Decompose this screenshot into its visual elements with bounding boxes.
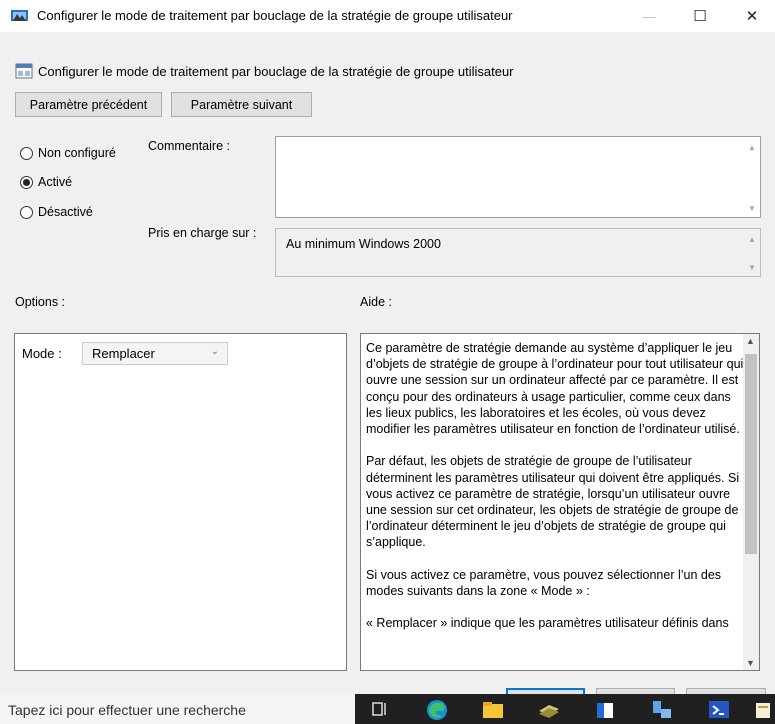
close-button[interactable]: ✕ [730,0,774,32]
help-text: Ce paramètre de stratégie demande au sys… [366,340,744,648]
close-icon: ✕ [745,8,759,25]
file-explorer-icon[interactable] [479,697,507,721]
policy-setting-icon [15,63,33,79]
radio-disabled[interactable]: Désactivé [20,205,93,219]
radio-label-disabled: Désactivé [38,205,93,219]
taskbar: Tapez ici pour effectuer une recherche [0,694,775,724]
radio-circle-disabled[interactable] [20,205,33,219]
minimize-button[interactable]: — [627,0,671,32]
help-paragraph: Par défaut, les objets de stratégie de g… [366,454,740,550]
next-setting-button[interactable]: Paramètre suivant [171,92,312,117]
supported-on-field: Au minimum Windows 2000 ▲ ▼ [275,228,761,277]
help-scrollbar-thumb[interactable] [745,354,757,554]
maximize-icon: ☐ [693,8,707,25]
mode-select[interactable]: Remplacer ⌄ [82,342,228,365]
maximize-button[interactable]: ☐ [678,0,722,32]
help-panel[interactable]: Ce paramètre de stratégie demande au sys… [360,333,760,671]
scroll-down-icon[interactable]: ▼ [746,658,755,668]
powershell-icon[interactable] [705,697,733,721]
options-panel: Mode : Remplacer ⌄ [14,333,347,671]
taskbar-search-placeholder: Tapez ici pour effectuer une recherche [8,702,246,718]
app-icon[interactable] [750,697,775,721]
scroll-up-icon[interactable]: ▲ [746,235,758,244]
comment-label: Commentaire : [148,139,230,153]
title-bar[interactable]: Configurer le mode de traitement par bou… [0,0,775,32]
supported-on-label: Pris en charge sur : [148,226,257,240]
help-paragraph: Ce paramètre de stratégie demande au sys… [366,341,744,437]
scroll-down-icon[interactable]: ▼ [746,263,758,272]
edge-browser-icon[interactable] [423,697,451,721]
scroll-up-icon[interactable]: ▲ [746,336,755,346]
help-header: Aide : [360,295,392,309]
help-paragraph: « Remplacer » indique que les paramètres… [366,616,729,631]
radio-circle-not-configured[interactable] [20,146,33,160]
mode-label: Mode : [22,346,62,361]
radio-label-enabled: Activé [38,175,73,189]
chevron-down-icon: ⌄ [210,346,219,357]
scroll-down-icon[interactable]: ▼ [746,204,758,213]
task-view-icon[interactable] [365,697,393,721]
group-policy-app-icon[interactable] [535,697,563,721]
scroll-up-icon[interactable]: ▲ [746,143,758,152]
help-paragraph: Si vous activez ce paramètre, vous pouve… [366,567,722,599]
help-scrollbar[interactable]: ▲ ▼ [743,334,759,670]
network-app-icon[interactable] [647,697,675,721]
office-app-icon[interactable] [591,697,619,721]
mode-select-value: Remplacer [92,346,155,361]
comment-input[interactable]: ▲ ▼ [275,136,761,218]
options-header: Options : [15,295,66,309]
minimize-icon: — [642,8,656,24]
radio-not-configured[interactable]: Non configuré [20,146,116,160]
policy-editor-icon [11,10,28,21]
policy-name: Configurer le mode de traitement par bou… [38,64,514,79]
taskbar-icons [355,694,775,724]
radio-label-not-configured: Non configuré [38,146,116,160]
radio-enabled[interactable]: Activé [20,175,72,189]
taskbar-search-box[interactable]: Tapez ici pour effectuer une recherche [0,694,355,724]
supported-on-value: Au minimum Windows 2000 [286,237,441,251]
previous-setting-button[interactable]: Paramètre précédent [15,92,162,117]
window-title: Configurer le mode de traitement par bou… [37,8,513,23]
radio-circle-enabled[interactable] [20,175,33,189]
